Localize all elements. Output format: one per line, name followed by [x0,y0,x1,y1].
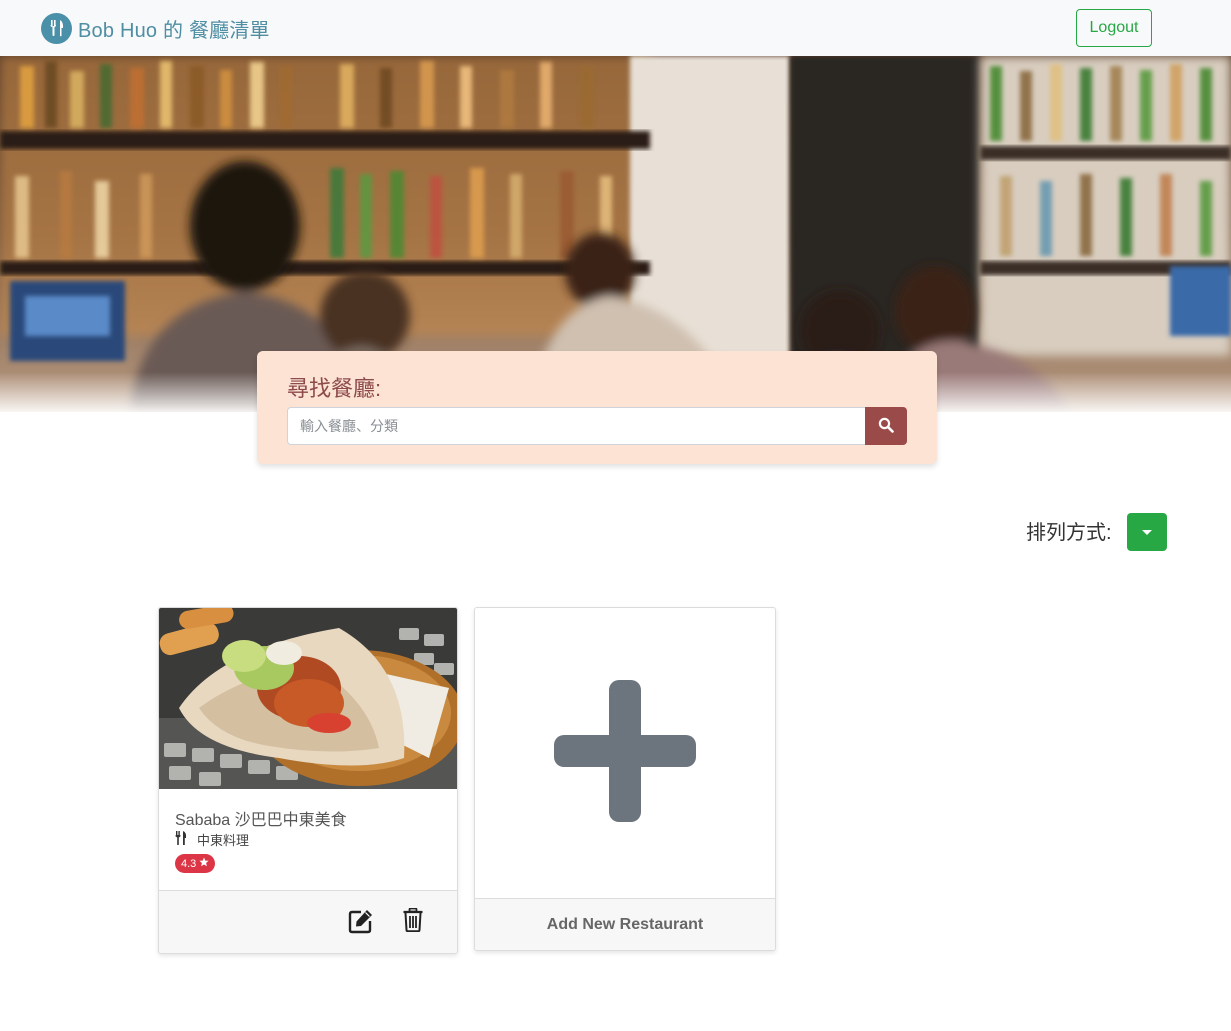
rating-value: 4.3 [181,857,197,870]
brand-link[interactable]: Bob Huo 的 餐廳清單 [41,12,270,44]
utensils-logo-icon [41,12,72,44]
add-restaurant-area[interactable] [475,608,775,898]
utensils-icon [175,831,187,848]
card-footer [159,890,457,953]
restaurant-name[interactable]: Sababa 沙巴巴中東美食 [175,806,347,830]
add-restaurant-card[interactable]: Add New Restaurant [474,607,776,951]
brand-title: Bob Huo 的 餐廳清單 [78,19,270,42]
star-icon [199,857,209,870]
edit-icon [348,910,374,938]
add-new-restaurant-button[interactable]: Add New Restaurant [475,898,775,950]
sort-label: 排列方式: [1026,522,1112,544]
edit-button[interactable] [348,908,376,936]
search-icon [878,417,894,436]
restaurant-card[interactable]: Sababa 沙巴巴中東美食 中東料理 4.3 [158,607,458,954]
search-panel: 尋找餐廳: [257,351,937,464]
sort-dropdown-button[interactable] [1127,513,1167,551]
search-input[interactable] [287,407,866,445]
category-label: 中東料理 [197,833,250,848]
logout-button[interactable]: Logout [1076,9,1152,47]
caret-down-icon [1142,529,1152,535]
trash-icon [403,907,423,936]
search-title: 尋找餐廳: [287,376,382,401]
plus-icon [554,679,696,827]
delete-button[interactable] [403,907,427,936]
restaurant-category: 中東料理 [175,830,249,849]
rating-badge: 4.3 [175,854,216,873]
navbar: Bob Huo 的 餐廳清單 Logout [0,0,1231,56]
search-button[interactable] [865,407,907,445]
restaurant-image[interactable] [159,608,457,789]
